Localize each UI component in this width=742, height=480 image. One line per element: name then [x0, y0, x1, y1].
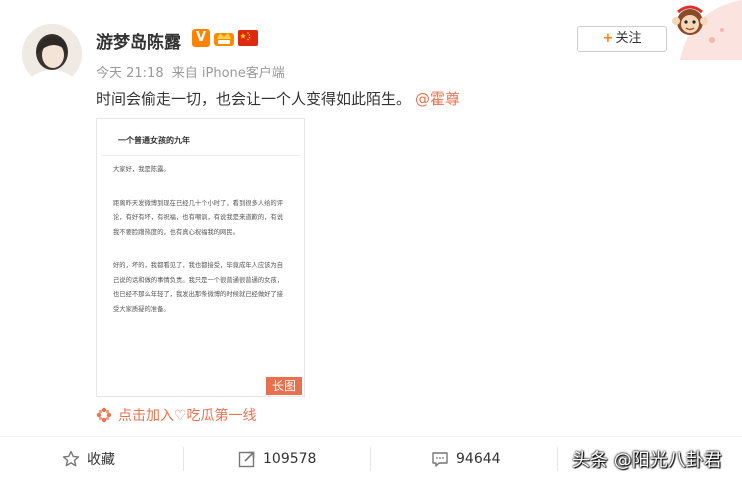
vip-crown-icon[interactable]	[213, 29, 235, 47]
action-separator	[557, 447, 558, 471]
favorite-label: 收藏	[87, 451, 115, 468]
watermark: 头条 @阳光八卦君	[572, 450, 722, 471]
monkey-decoration-icon	[672, 0, 742, 60]
follow-plus-icon: +	[602, 31, 614, 46]
china-flag-icon	[238, 30, 258, 46]
long-image-tag: 长图	[266, 377, 302, 395]
username[interactable]: 游梦岛陈露	[96, 28, 181, 53]
repost-button[interactable]: 109578	[238, 437, 316, 480]
flower-icon	[96, 407, 112, 423]
post-body: 时间会偷走一切，也会让一个人变得如此陌生。	[96, 90, 412, 108]
user-badges: V	[192, 29, 258, 47]
star-icon	[62, 450, 80, 466]
verified-icon[interactable]: V	[192, 29, 210, 47]
topic-link[interactable]: 点击加入♡吃瓜第一线	[96, 405, 257, 425]
comment-button[interactable]: 94644	[431, 437, 501, 480]
post-meta: 今天 21:18 来自 iPhone客户端	[96, 62, 289, 81]
action-separator	[370, 447, 371, 471]
long-image-card[interactable]: 一个普通女孩的九年 大家好，我是陈露。 距离昨天发微博到现在已经几十个小时了，看…	[96, 118, 305, 397]
repost-count: 109578	[263, 450, 317, 467]
action-separator	[183, 447, 184, 471]
topic-label: 点击加入♡吃瓜第一线	[118, 408, 257, 424]
favorite-button[interactable]: 收藏	[62, 437, 115, 480]
avatar[interactable]	[22, 24, 82, 84]
follow-label: 关注	[615, 31, 642, 46]
article-paragraph-2: 距离昨天发微博到现在已经几十个小时了，看到很多人给的评论，有好有坏，有祝福，也有…	[113, 199, 284, 236]
post-source: 来自 iPhone客户端	[171, 66, 285, 81]
avatar-image	[22, 24, 82, 84]
post-time[interactable]: 今天 21:18	[96, 66, 164, 81]
article-paragraph-1: 大家好，我是陈露。	[113, 166, 170, 173]
mention-link[interactable]: @霍尊	[415, 90, 460, 108]
comment-count: 94644	[456, 450, 501, 467]
article-paragraph-3: 好的，坏的，我都看见了，我也都接受，毕竟成年人应该为自己说的话和做的事情负责。我…	[113, 262, 284, 313]
repost-icon	[238, 451, 255, 467]
post-text: 时间会偷走一切，也会让一个人变得如此陌生。 @霍尊	[96, 88, 460, 109]
article-title: 一个普通女孩的九年	[101, 119, 300, 156]
comment-icon	[432, 451, 448, 467]
